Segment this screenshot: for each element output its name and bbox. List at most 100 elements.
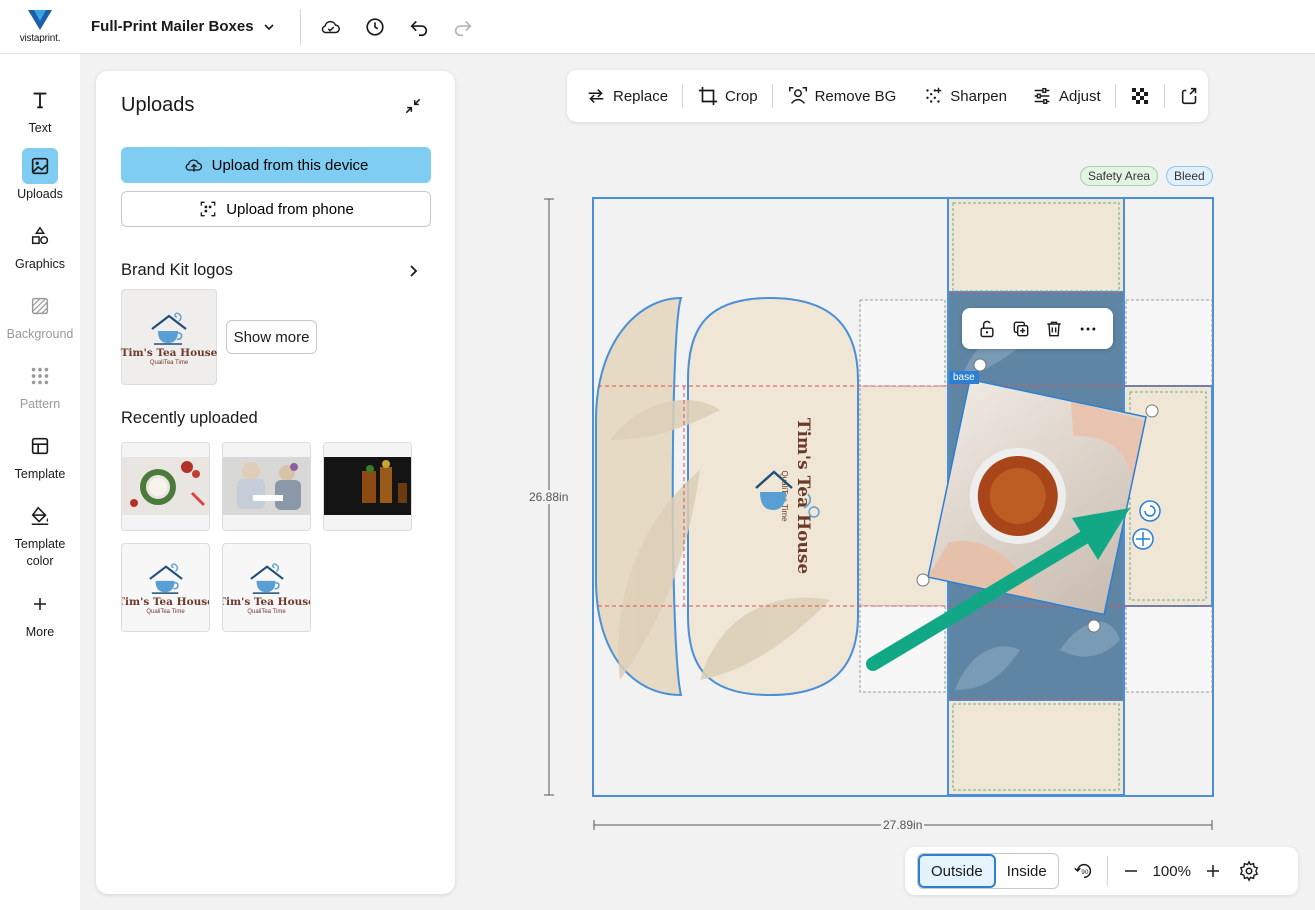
- logo-name-text: Tim's Tea House: [121, 596, 210, 608]
- inside-toggle-button[interactable]: Inside: [996, 854, 1058, 888]
- upload-from-device-button[interactable]: Upload from this device: [121, 147, 431, 183]
- vistaprint-logo[interactable]: vistaprint.: [0, 0, 80, 54]
- text-icon: [33, 92, 47, 109]
- uploaded-image-thumbnail[interactable]: [222, 442, 311, 531]
- adjust-sliders-icon: [1034, 87, 1050, 105]
- sharpen-label: Sharpen: [950, 87, 1007, 105]
- brand-kit-expand-button[interactable]: [401, 259, 425, 283]
- rail-item-text[interactable]: Text: [0, 82, 80, 137]
- view-controls-bar: Outside Inside 90 100%: [905, 847, 1298, 895]
- lid-bottom-panel: [947, 699, 1125, 796]
- rail-label: Pattern: [19, 397, 61, 411]
- height-label: 26.88in: [527, 490, 571, 504]
- top-header: vistaprint. Full-Print Mailer Boxes: [0, 0, 1315, 54]
- unlock-button[interactable]: [973, 315, 1001, 343]
- document-title: Full-Print Mailer Boxes: [91, 18, 254, 35]
- settings-button[interactable]: [1234, 856, 1264, 886]
- toolbar-divider: [1163, 84, 1165, 108]
- move-handle[interactable]: [1132, 528, 1154, 550]
- undo-icon: [410, 20, 427, 36]
- upload-from-phone-button[interactable]: Upload from phone: [121, 191, 431, 227]
- cloud-save-button[interactable]: [315, 11, 347, 43]
- shapes-icon: [31, 226, 49, 245]
- plus-icon: [34, 598, 46, 610]
- zoom-out-button[interactable]: [1116, 856, 1146, 886]
- base-layer-tag: base: [949, 371, 979, 384]
- rail-label: More: [25, 625, 55, 639]
- rotate-handle[interactable]: [1139, 500, 1161, 522]
- rail-item-template-color[interactable]: Template color: [0, 498, 80, 570]
- rail-item-graphics[interactable]: Graphics: [0, 218, 80, 273]
- tea-house-logo-icon: [249, 563, 284, 594]
- qr-scan-icon: [200, 201, 216, 217]
- undo-button[interactable]: [403, 11, 435, 43]
- logo-tagline-text: QualiTea Time: [149, 359, 189, 366]
- remove-bg-button[interactable]: Remove BG: [787, 80, 896, 112]
- uploads-panel: Uploads Upload from this device Upload f…: [96, 71, 455, 894]
- rail-label: Background: [6, 327, 74, 341]
- sharpen-icon: [926, 87, 942, 103]
- arrange-button[interactable]: [1179, 80, 1201, 112]
- tea-house-logo-icon: [151, 312, 187, 345]
- rail-item-template[interactable]: Template: [0, 428, 80, 483]
- document-title-dropdown[interactable]: Full-Print Mailer Boxes: [91, 18, 276, 35]
- rail-item-pattern[interactable]: Pattern: [0, 358, 80, 413]
- minus-icon: [1124, 870, 1137, 872]
- collapse-icon: [405, 98, 421, 114]
- adjust-button[interactable]: Adjust: [1031, 80, 1101, 112]
- cloud-save-icon: [321, 20, 340, 33]
- zoom-in-button[interactable]: [1198, 856, 1228, 886]
- history-button[interactable]: [359, 11, 391, 43]
- sharpen-button[interactable]: Sharpen: [922, 80, 1007, 112]
- outside-toggle-button[interactable]: Outside: [918, 854, 996, 888]
- rotate-view-button[interactable]: 90: [1069, 856, 1099, 886]
- plus-icon: [1206, 865, 1219, 877]
- paint-bucket-icon: [31, 506, 49, 526]
- recently-uploaded-heading: Recently uploaded: [121, 409, 258, 427]
- elderly-tea-photo: [223, 443, 310, 530]
- bottom-divider: [1106, 856, 1108, 886]
- svg-text:90: 90: [1081, 869, 1089, 876]
- wreath-photo: [122, 443, 209, 530]
- delete-button[interactable]: [1040, 315, 1068, 343]
- toolbar-divider: [771, 84, 773, 108]
- more-options-button[interactable]: [1074, 315, 1102, 343]
- rail-item-background[interactable]: Background: [0, 288, 80, 343]
- arrange-layer-icon: [1181, 87, 1196, 105]
- transparency-button[interactable]: [1130, 80, 1150, 112]
- design-canvas[interactable]: Tim's Tea House QualiTea Time: [520, 190, 1230, 835]
- replace-icon: [588, 89, 604, 103]
- replace-button[interactable]: Replace: [585, 80, 668, 112]
- duplicate-button[interactable]: [1007, 315, 1035, 343]
- tea-house-logo-icon: [148, 563, 183, 594]
- rail-item-uploads[interactable]: Uploads: [0, 148, 80, 203]
- top-tuck-flap: [859, 299, 946, 387]
- template-icon: [31, 437, 49, 455]
- show-more-button[interactable]: Show more: [226, 320, 317, 354]
- uploaded-image-thumbnail[interactable]: [323, 442, 412, 531]
- panel-title: Uploads: [121, 94, 195, 116]
- crop-button[interactable]: Crop: [697, 80, 758, 112]
- uploaded-logo-thumbnail[interactable]: Tim's Tea House QualiTea Time: [121, 543, 210, 632]
- collapse-panel-button[interactable]: [401, 94, 425, 118]
- width-label: 27.89in: [881, 818, 925, 832]
- unlock-icon: [980, 320, 994, 337]
- safety-area-chip[interactable]: Safety Area: [1080, 166, 1159, 186]
- image-icon: [31, 157, 49, 175]
- cloud-upload-icon: [185, 159, 202, 172]
- right-top-flap: [1125, 299, 1213, 387]
- logo-tagline-text: QualiTea Time: [146, 609, 185, 615]
- image-toolbar: Replace Crop Remove BG Sharpen Adjust: [567, 70, 1208, 122]
- rail-item-more[interactable]: More: [0, 586, 80, 641]
- rail-label: Text: [28, 121, 52, 135]
- rail-label: Uploads: [17, 187, 63, 201]
- background-icon: [31, 297, 49, 315]
- toolbar-divider: [1114, 84, 1116, 108]
- uploaded-logo-thumbnail[interactable]: Tim's Tea House QualiTea Time: [222, 543, 311, 632]
- redo-button[interactable]: [447, 11, 479, 43]
- upload-device-label: Upload from this device: [211, 156, 369, 174]
- logo-tagline-text: QualiTea Time: [247, 609, 286, 615]
- brand-kit-logo-thumbnail[interactable]: Tim's Tea House QualiTea Time: [121, 289, 217, 385]
- uploaded-image-thumbnail[interactable]: [121, 442, 210, 531]
- bleed-chip[interactable]: Bleed: [1166, 166, 1213, 186]
